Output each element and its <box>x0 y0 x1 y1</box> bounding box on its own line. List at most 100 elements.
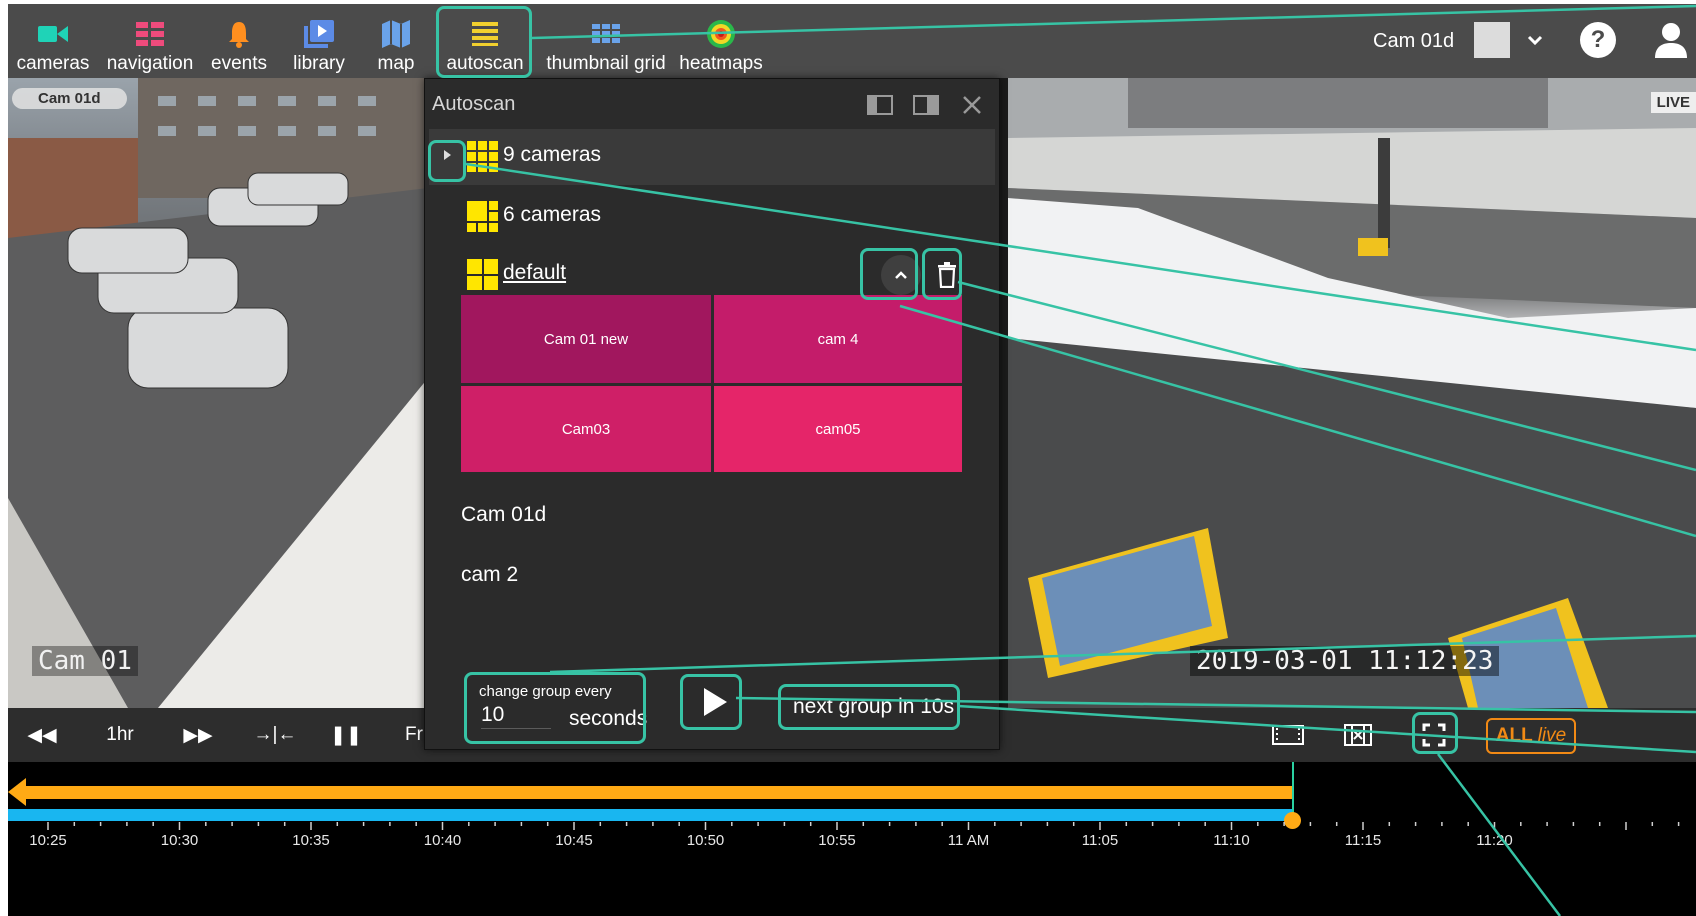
fast-forward-icon: ▶▶ <box>183 724 213 746</box>
toolbar-navigation[interactable]: navigation <box>104 4 196 78</box>
chevron-up-icon <box>895 271 907 279</box>
live-label: live <box>1537 725 1567 746</box>
close-icon[interactable] <box>957 93 987 117</box>
trash-icon <box>938 262 956 288</box>
group-tile[interactable]: cam05 <box>714 386 962 472</box>
map-icon <box>376 14 416 54</box>
group-label[interactable]: default <box>503 261 566 285</box>
camera-name-badge: Cam 01d <box>12 88 127 109</box>
timeline[interactable]: 10:25 10:30 10:35 10:40 10:45 10:50 10:55 11 AM… <box>8 762 1696 916</box>
autoscan-group-9-cameras[interactable]: 9 cameras <box>429 129 995 185</box>
export-clip-button[interactable] <box>1338 718 1378 752</box>
toolbar-thumbnail-grid[interactable]: thumbnail grid <box>544 4 668 78</box>
autoscan-group-6-cameras[interactable]: 6 cameras <box>429 189 995 245</box>
all-label: ALL <box>1495 725 1533 746</box>
sync-icon: →|← <box>253 724 297 745</box>
fast-forward-button[interactable]: ▶▶ <box>178 718 218 752</box>
app-window: cameras navigation events library map au… <box>8 4 1696 916</box>
time-range-label: 1hr <box>106 724 134 745</box>
group-label: 9 cameras <box>503 143 602 166</box>
timeline-tick-label: 10:30 <box>160 832 199 849</box>
live-tag: LIVE <box>1650 92 1696 113</box>
recording-bar <box>20 786 1292 799</box>
heatmap-icon <box>701 14 741 54</box>
user-icon[interactable] <box>1653 20 1689 60</box>
fullscreen-button[interactable] <box>1414 718 1454 752</box>
timeline-tick-label: 11 AM <box>947 832 990 849</box>
toolbar-label: navigation <box>106 53 194 74</box>
panel-title: Autoscan <box>432 93 516 115</box>
all-live-button[interactable]: ALL live <box>1486 718 1576 754</box>
sync-button[interactable]: →|← <box>252 718 298 752</box>
dock-left-icon[interactable] <box>865 93 895 117</box>
toolbar-label: autoscan <box>446 53 524 74</box>
timeline-tick-label: 11:20 <box>1476 832 1513 849</box>
change-group-label: change group every <box>479 683 612 700</box>
play-button[interactable] <box>687 677 743 727</box>
dock-right-icon[interactable] <box>911 93 941 117</box>
grid-2x2-icon <box>467 259 498 290</box>
camera-item[interactable]: Cam 01d <box>461 503 546 527</box>
toolbar-label: heatmaps <box>679 53 763 74</box>
grid-3x3-icon <box>467 141 498 172</box>
collapse-button[interactable] <box>881 255 921 295</box>
toolbar-cameras[interactable]: cameras <box>12 4 94 78</box>
toolbar-events[interactable]: events <box>206 4 272 78</box>
timeline-tick-label: 10:55 <box>818 832 856 849</box>
timeline-tick-label: 11:15 <box>1344 832 1382 849</box>
play-icon <box>704 688 727 716</box>
camera-view-left[interactable]: Cam 01d Cam 01 <box>8 78 428 708</box>
group-label: 6 cameras <box>503 203 602 226</box>
video-camera-icon <box>33 14 73 54</box>
timeline-tick-label: 11:10 <box>1213 832 1250 849</box>
filmstrip-button[interactable] <box>1268 718 1308 752</box>
camera-selector-title[interactable]: Cam 01d <box>1373 30 1454 53</box>
toolbar-heatmaps[interactable]: heatmaps <box>678 4 764 78</box>
camera-overlay-name: Cam 01 <box>32 646 138 676</box>
group-tile[interactable]: cam 4 <box>714 295 962 383</box>
filmstrip-icon <box>1272 725 1304 745</box>
toolbar-label: map <box>377 53 415 74</box>
navigation-icon <box>130 14 170 54</box>
autoscan-icon <box>465 14 505 54</box>
delete-group-button[interactable] <box>933 255 961 295</box>
timeline-ticks <box>47 822 1680 830</box>
toolbar-label: thumbnail grid <box>546 53 666 74</box>
partial-control-label: Fr <box>405 724 423 745</box>
timeline-tick-label: 10:50 <box>686 832 725 849</box>
rewind-button[interactable]: ◀◀ <box>22 718 62 752</box>
toolbar-label: cameras <box>16 53 90 74</box>
parking-lot-scene <box>8 78 428 708</box>
thumbnail-grid-icon <box>586 14 626 54</box>
camera-color-swatch[interactable] <box>1474 22 1510 58</box>
toolbar-label: events <box>211 53 267 74</box>
toolbar-map[interactable]: map <box>364 4 428 78</box>
pause-button[interactable]: ❚❚ <box>330 718 362 752</box>
toolbar-library[interactable]: library <box>284 4 354 78</box>
video-timestamp: 2019-03-01 11:12:23 <box>1190 646 1500 676</box>
pause-icon: ❚❚ <box>330 724 362 746</box>
autoscan-panel: Autoscan 9 cameras 6 cameras default Cam… <box>424 78 1000 750</box>
group-tile[interactable]: Cam03 <box>461 386 711 472</box>
group-tile[interactable]: Cam 01 new <box>461 295 711 383</box>
timeline-tick-label: 10:25 <box>29 832 67 849</box>
clip-icon <box>1344 724 1372 746</box>
time-range-button[interactable]: 1hr <box>98 718 142 752</box>
toolbar-autoscan[interactable]: autoscan <box>438 4 532 78</box>
interval-input[interactable] <box>481 701 551 729</box>
chevron-down-icon[interactable] <box>1522 26 1548 54</box>
expand-arrow-icon[interactable] <box>439 147 455 163</box>
timeline-tick-label: 11:05 <box>1081 832 1119 849</box>
camera-view-right[interactable]: LIVE 2019-03-01 11:12:23 <box>1008 78 1696 708</box>
motion-bar <box>8 809 1292 821</box>
next-group-status: next group in 10s <box>793 695 955 718</box>
timeline-tick-label: 10:45 <box>555 832 593 849</box>
camera-item[interactable]: cam 2 <box>461 563 518 587</box>
timeline-left-arrow-icon[interactable] <box>8 778 26 806</box>
fullscreen-icon <box>1422 723 1446 747</box>
help-icon[interactable]: ? <box>1580 22 1616 58</box>
grid-6-icon <box>467 201 498 232</box>
timeline-tick-label: 10:40 <box>423 832 462 849</box>
parking-lot-scene-right <box>1008 78 1696 708</box>
rewind-icon: ◀◀ <box>27 724 57 746</box>
